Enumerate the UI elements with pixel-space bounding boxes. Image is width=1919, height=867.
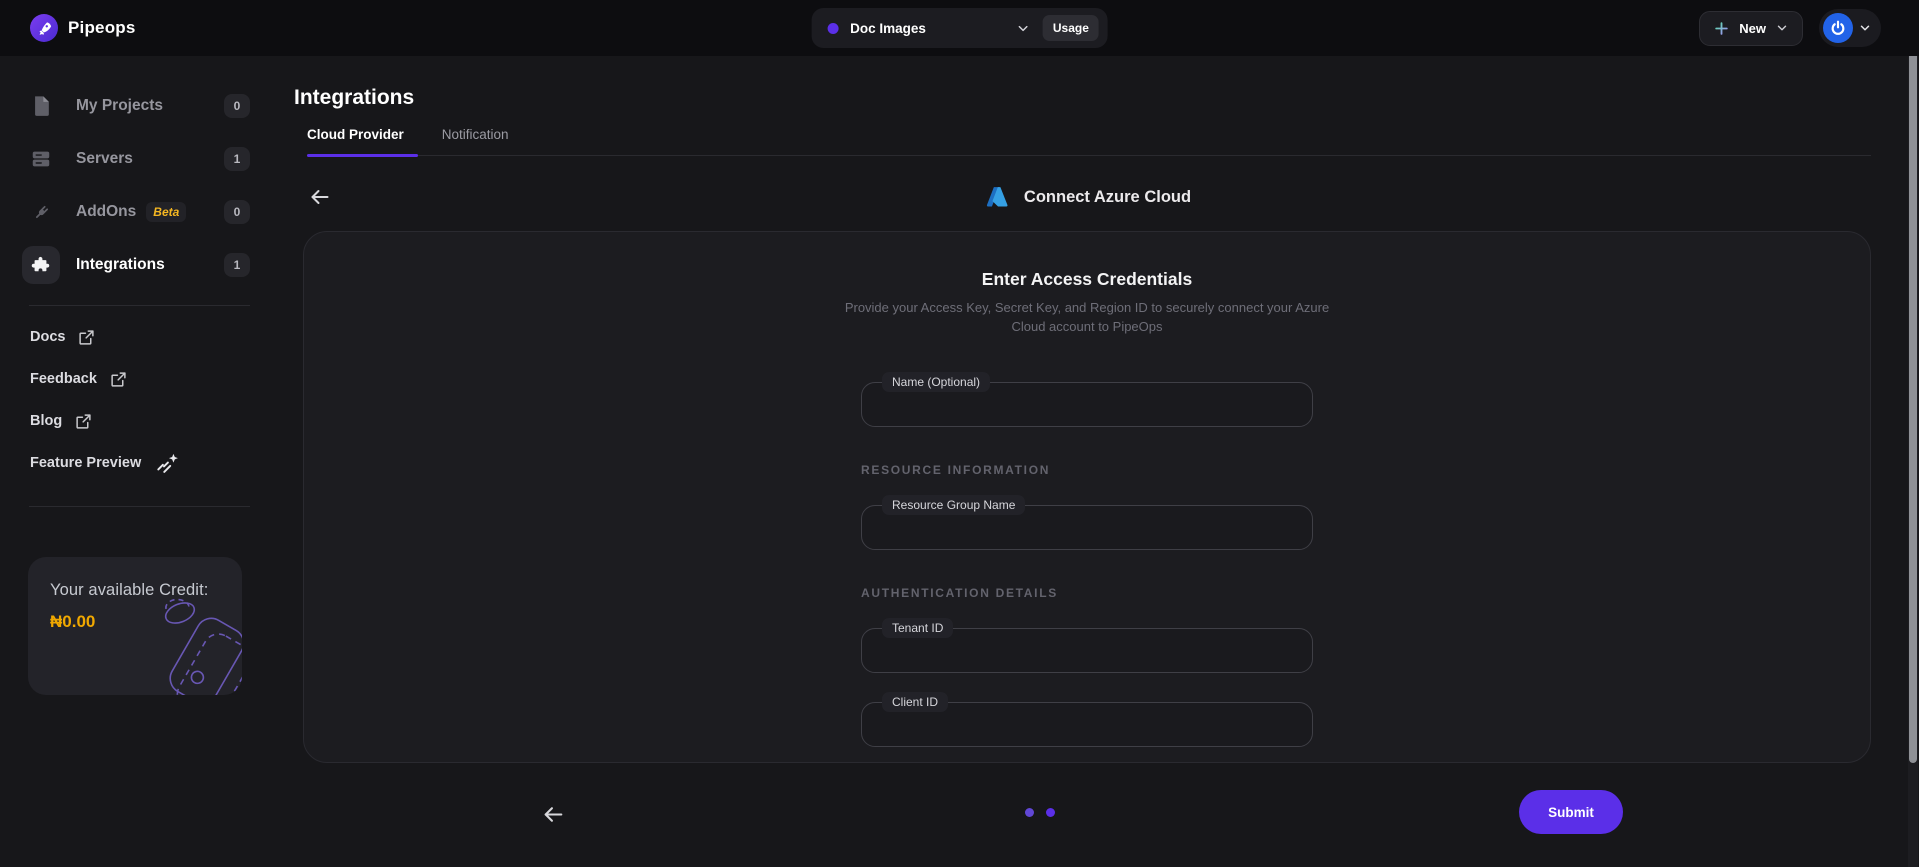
- count-badge: 0: [224, 94, 250, 118]
- power-icon: [1831, 20, 1845, 35]
- usage-button[interactable]: Usage: [1042, 15, 1099, 41]
- external-link-icon: [111, 371, 126, 387]
- new-button-label: New: [1739, 20, 1766, 36]
- form-description: Provide your Access Key, Secret Key, and…: [844, 300, 1330, 334]
- main-content: Integrations Cloud Provider Notification…: [270, 56, 1919, 867]
- server-icon: [22, 140, 60, 178]
- section-resource-information: RESOURCE INFORMATION: [861, 462, 1051, 477]
- count-badge: 1: [224, 253, 250, 277]
- project-name: Doc Images: [850, 20, 926, 36]
- rocket-logo-icon: [30, 14, 58, 42]
- topbar-right: New: [1699, 9, 1881, 47]
- sidebar-item-label: My Projects: [76, 97, 164, 114]
- sidebar-item-label: AddOns: [76, 203, 137, 220]
- sidebar-item-integrations[interactable]: Integrations 1: [22, 241, 250, 289]
- brand-logo[interactable]: Pipeops: [30, 14, 136, 42]
- external-link-icon: [76, 413, 91, 429]
- avatar: [1823, 13, 1853, 43]
- app-root: Pipeops Doc Images Usage New My Projects…: [0, 0, 1919, 867]
- topbar: Pipeops Doc Images Usage New: [0, 0, 1919, 56]
- project-selector[interactable]: Doc Images Usage: [811, 8, 1108, 48]
- plug-icon: [22, 193, 60, 231]
- sidebar-link-feature-preview[interactable]: Feature Preview: [30, 442, 270, 484]
- chevron-down-icon: [1860, 25, 1870, 31]
- count-badge: 1: [224, 147, 250, 171]
- shooting-star-icon: [157, 453, 179, 473]
- external-link-icon: [79, 329, 95, 345]
- form-fields: Name (Optional) RESOURCE INFORMATION Res…: [861, 337, 1313, 747]
- credit-card: Your available Credit: ₦0.00: [28, 557, 242, 695]
- field-label: Tenant ID: [882, 617, 954, 638]
- sidebar-link-docs[interactable]: Docs: [30, 316, 270, 358]
- sidebar-item-label: Servers: [76, 150, 133, 167]
- provider-header-row: Connect Azure Cloud: [294, 179, 1919, 215]
- sidebar-item-my-projects[interactable]: My Projects 0: [30, 82, 250, 130]
- beta-badge: Beta: [146, 202, 187, 222]
- wallet-illustration: [164, 598, 242, 695]
- field-label: Resource Group Name: [882, 494, 1026, 515]
- provider-title: Connect Azure Cloud: [1023, 187, 1192, 206]
- page-title: Integrations: [294, 86, 415, 109]
- page-scrollbar[interactable]: [1908, 0, 1918, 867]
- sidebar-item-servers[interactable]: Servers 1: [30, 135, 250, 183]
- field-name-optional: Name (Optional): [861, 371, 1313, 427]
- sidebar-link-feedback[interactable]: Feedback: [30, 358, 270, 400]
- puzzle-icon: [22, 246, 60, 284]
- pagination-dot[interactable]: [1046, 808, 1055, 817]
- project-status-dot: [827, 22, 839, 34]
- document-icon: [22, 87, 60, 125]
- sidebar-link-label: Feedback: [30, 371, 97, 387]
- sidebar-link-label: Docs: [30, 329, 66, 345]
- count-badge: 0: [224, 200, 250, 224]
- pagination-dots: [1025, 808, 1055, 817]
- credentials-card: Enter Access Credentials Provide your Ac…: [303, 231, 1871, 763]
- sidebar-link-blog[interactable]: Blog: [30, 400, 270, 442]
- submit-button[interactable]: Submit: [1519, 790, 1623, 834]
- form-footer: Submit: [294, 763, 1919, 863]
- plus-icon: [1715, 21, 1728, 35]
- field-resource-group-name: Resource Group Name: [861, 494, 1313, 550]
- field-client-id: Client ID: [861, 691, 1313, 747]
- azure-logo: [986, 187, 1008, 207]
- field-label: Name (Optional): [882, 371, 991, 392]
- provider-header: Connect Azure Cloud: [303, 179, 1871, 215]
- sidebar-link-label: Blog: [30, 413, 63, 429]
- sidebar-link-label: Feature Preview: [30, 455, 142, 471]
- chevron-down-icon[interactable]: [1016, 21, 1031, 36]
- form-heading: Enter Access Credentials: [981, 269, 1193, 289]
- field-tenant-id: Tenant ID: [861, 617, 1313, 673]
- brand-name: Pipeops: [68, 18, 136, 37]
- section-authentication-details: AUTHENTICATION DETAILS: [861, 585, 1058, 600]
- sidebar-divider: [29, 305, 250, 306]
- tab-bar: Cloud Provider Notification: [307, 127, 1871, 157]
- new-button[interactable]: New: [1699, 10, 1803, 46]
- back-button[interactable]: [538, 799, 568, 829]
- sidebar-item-label: Integrations: [76, 256, 165, 273]
- arrow-left-icon: [544, 806, 562, 822]
- account-menu[interactable]: [1819, 9, 1881, 47]
- pagination-dot[interactable]: [1025, 808, 1034, 817]
- sidebar-divider: [29, 506, 250, 507]
- chevron-down-icon: [1777, 25, 1787, 31]
- sidebar: My Projects 0 Servers 1 AddOns Beta 0 In…: [0, 56, 270, 867]
- scrollbar-thumb[interactable]: [1909, 5, 1917, 763]
- sidebar-item-addons[interactable]: AddOns Beta 0: [30, 188, 250, 236]
- tab-cloud-provider[interactable]: Cloud Provider: [307, 127, 418, 157]
- field-label: Client ID: [882, 691, 949, 712]
- tab-notification[interactable]: Notification: [442, 127, 509, 155]
